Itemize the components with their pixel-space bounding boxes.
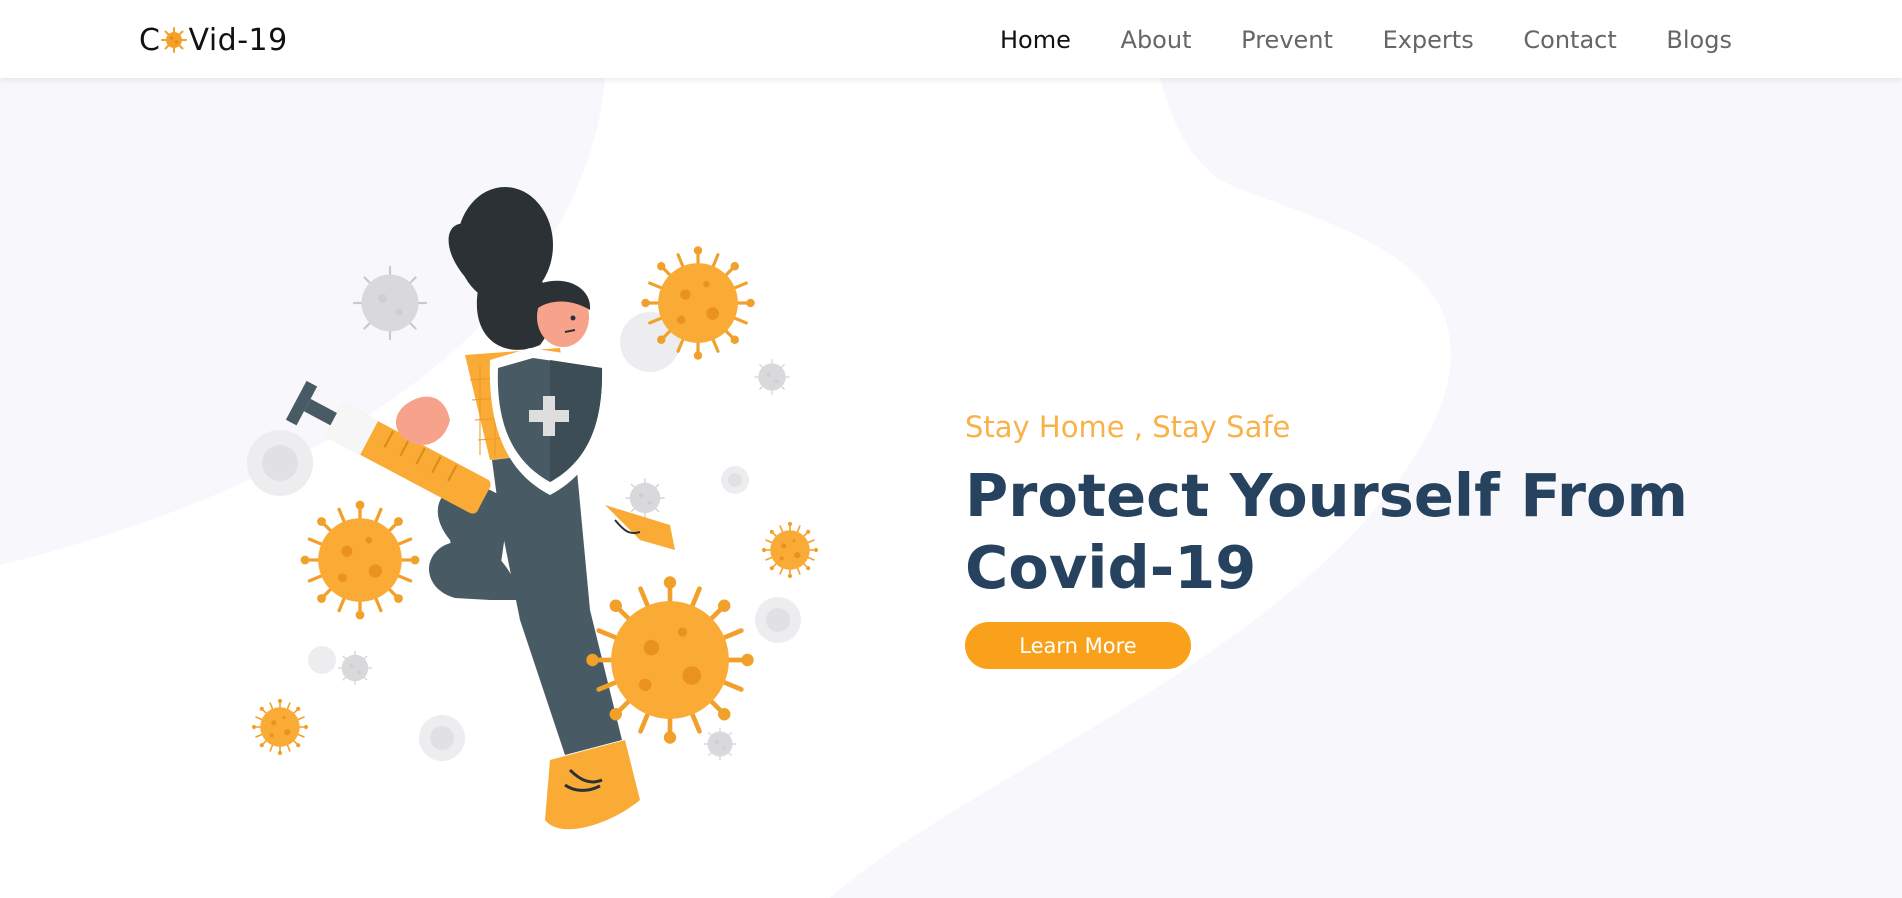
hero-title-line-2: Covid-19 <box>965 533 1257 602</box>
hero-section: Stay Home , Stay Safe Protect Yourself F… <box>965 408 1725 669</box>
nav-contact[interactable]: Contact <box>1523 26 1616 54</box>
hero-tagline: Stay Home , Stay Safe <box>965 410 1291 444</box>
nav-prevent[interactable]: Prevent <box>1241 26 1333 54</box>
virus-icon <box>161 27 188 53</box>
nav-experts[interactable]: Experts <box>1383 26 1474 54</box>
nav-blogs[interactable]: Blogs <box>1666 26 1732 54</box>
navbar: C Vid-19 Home About Prevent Experts Cont… <box>0 0 1902 78</box>
learn-more-button[interactable]: Learn More <box>965 622 1191 669</box>
hero-title-line-1: Protect Yourself From <box>965 461 1688 530</box>
woman-shield-syringe-illustration <box>247 187 819 830</box>
nav-home[interactable]: Home <box>1000 26 1071 54</box>
main-nav: Home About Prevent Experts Contact Blogs <box>1000 22 1732 58</box>
logo-text-prefix: C <box>139 22 161 58</box>
nav-about[interactable]: About <box>1121 26 1192 54</box>
logo[interactable]: C Vid-19 <box>139 20 288 60</box>
logo-text-suffix: Vid-19 <box>188 22 288 58</box>
landing-page: C Vid-19 Home About Prevent Experts Cont… <box>0 0 1902 898</box>
hero-title: Protect Yourself From Covid-19 <box>965 460 1725 604</box>
